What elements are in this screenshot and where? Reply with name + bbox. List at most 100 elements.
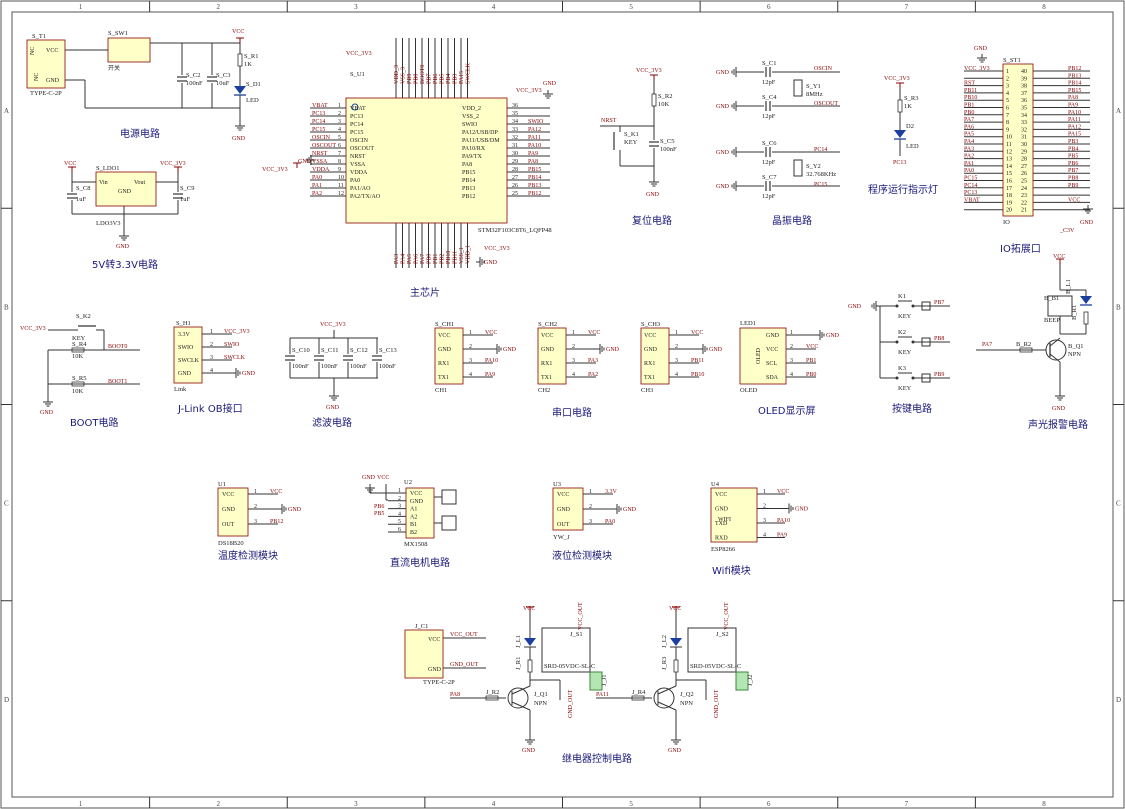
relay-q: J_Q1 xyxy=(534,691,548,698)
boot-k2: S_K2 xyxy=(76,313,91,320)
jlink-part: Link xyxy=(174,386,187,393)
filter-cap-val: 100nF xyxy=(379,363,396,370)
oled-pin-num: 4 xyxy=(790,372,793,378)
io-pin-num: 21 xyxy=(1021,208,1027,214)
module-pin: GND xyxy=(222,507,236,513)
io-pin-num: 14 xyxy=(1006,164,1012,170)
mcu-pin-name: OSCOUT xyxy=(350,146,374,152)
mcu-pin-num: 31 xyxy=(512,143,518,149)
oled-pin-num: 2 xyxy=(790,344,793,350)
mcu-pin-num: 5 xyxy=(338,135,341,141)
io-net-right: PB4 xyxy=(1068,146,1078,152)
module-net: PA0 xyxy=(605,519,615,525)
mcu-pin-label: PA11 xyxy=(528,135,541,141)
motor-pin-num: 6 xyxy=(398,527,401,533)
jlink-net: SWCLK xyxy=(224,355,246,361)
section-level: 液位检测模块 xyxy=(552,549,612,562)
mcu-pin-label: VDDA xyxy=(312,167,330,173)
mcu-pin-label: VSS_1 xyxy=(459,247,465,264)
relay-ctrl: PA11 xyxy=(596,692,609,698)
mcu-pin-num: 3 xyxy=(338,119,341,125)
mcu-pin-num: 11 xyxy=(338,183,344,189)
grid-row-left: C xyxy=(4,500,9,508)
mcu-pin-name: PB13 xyxy=(462,186,475,192)
mcu-pin-label: PB4 xyxy=(446,74,452,84)
boot-r5v: 10K xyxy=(72,388,84,395)
motor-pin-num: 2 xyxy=(398,496,401,502)
c9-ref: S_C9 xyxy=(180,185,194,192)
uart-pin-num: 2 xyxy=(469,344,472,350)
jlink-net: SWIO xyxy=(224,342,240,348)
boot-r5: S_R5 xyxy=(72,375,86,382)
uart-ref: S_CH2 xyxy=(538,321,557,328)
mcu-pin-num: 30 xyxy=(512,151,518,157)
key-ref: K1 xyxy=(898,293,906,300)
uart-pin: VCC xyxy=(541,333,553,339)
mcu-pin-label: PB2 xyxy=(440,254,446,264)
io-pin-num: 11 xyxy=(1006,142,1012,148)
mcu-pin-name: PC14 xyxy=(350,122,363,128)
power-conn-pin-nc: NC xyxy=(30,47,36,55)
io-net-right: PB3 xyxy=(1068,139,1078,145)
reset-gnd: GND xyxy=(646,192,660,198)
relay-r2: J_R4 xyxy=(632,689,646,696)
uart-part: CH1 xyxy=(435,387,447,394)
grid-col-bottom: 7 xyxy=(905,800,909,808)
uart-pin-num: 1 xyxy=(572,330,575,336)
mcu-pin-num: 10 xyxy=(338,175,344,181)
uart-pin-num: 2 xyxy=(572,344,575,350)
xtal-y2: S_Y2 xyxy=(806,163,821,170)
mcu-pin-name: PB14 xyxy=(462,178,475,184)
grid-col-bottom: 6 xyxy=(767,800,771,808)
jlink-pin-num: 4 xyxy=(210,368,213,374)
schematic-sheet: 1122334455667788 A AB BC CD D S_T1 NC VCC GN… xyxy=(0,0,1125,809)
io-gnd-top: GND xyxy=(974,46,988,52)
relay-s: J_S1 xyxy=(570,631,583,638)
grid-row-left: D xyxy=(4,696,9,704)
io-pin-num: 7 xyxy=(1006,113,1009,119)
io-gnd-bottom: GND xyxy=(1080,220,1094,226)
mcu-pin-name: PA12/USB/DP xyxy=(462,130,498,136)
module-net: GND xyxy=(288,507,302,513)
uart-pin: GND xyxy=(438,347,452,353)
uart-pin-num: 1 xyxy=(469,330,472,336)
io-pin-num: 13 xyxy=(1006,157,1012,163)
filter-cap-ref: S_C10 xyxy=(292,347,310,354)
mcu-pin-name: PA11/USB/DM xyxy=(462,138,500,144)
ldo-vcc33: VCC_3V3 xyxy=(160,161,186,167)
mcu-pin-label: PB1 xyxy=(433,254,439,264)
filter-cap-val: 100nF xyxy=(321,363,338,370)
mcu-pin-name: PA1/AO xyxy=(350,186,371,192)
mcu-pin-label: PA1 xyxy=(312,183,322,189)
module-net: VCC xyxy=(270,489,282,495)
uart-pin-num: 3 xyxy=(469,358,472,364)
io-pin-num: 22 xyxy=(1021,200,1027,206)
mcu-pin-label: PB14 xyxy=(528,175,541,181)
mcu-pin-name: PC15 xyxy=(350,130,363,136)
io-pin-num: 34 xyxy=(1021,113,1027,119)
oled-part: OLED xyxy=(740,387,758,394)
section-ldo: 5V转3.3V电路 xyxy=(92,258,158,271)
ldo-vin: Vin xyxy=(99,180,108,186)
mcu-pin-label: PA8 xyxy=(528,159,538,165)
io-pin-num: 40 xyxy=(1021,69,1027,75)
power-conn-pin-vcc: VCC xyxy=(46,48,58,54)
led-r3: S_R3 xyxy=(904,95,918,102)
io-net-right: PB12 xyxy=(1068,66,1081,72)
mcu-pin-label: OSCOUT xyxy=(312,143,336,149)
oled-net: PB0 xyxy=(806,372,816,378)
boot-boot0: BOOT0 xyxy=(108,344,127,350)
mcu-pin-label: PB11 xyxy=(453,251,459,264)
motor-pin-num: 4 xyxy=(398,511,401,517)
io-net-left: PA6 xyxy=(964,124,974,130)
io-pin-num: 35 xyxy=(1021,106,1027,112)
module-pin-num: 2 xyxy=(763,504,766,510)
mcu-pin-name: PB15 xyxy=(462,170,475,176)
key-net: PB7 xyxy=(934,300,944,306)
xtal-cap-ref: S_C1 xyxy=(762,60,776,67)
oled-pin: GND xyxy=(766,333,780,339)
led-d2: D2 xyxy=(906,123,914,130)
io-net-right: PB14 xyxy=(1068,81,1081,87)
relay-npn: NPN xyxy=(534,700,547,707)
module-pin-num: 3 xyxy=(763,518,766,524)
